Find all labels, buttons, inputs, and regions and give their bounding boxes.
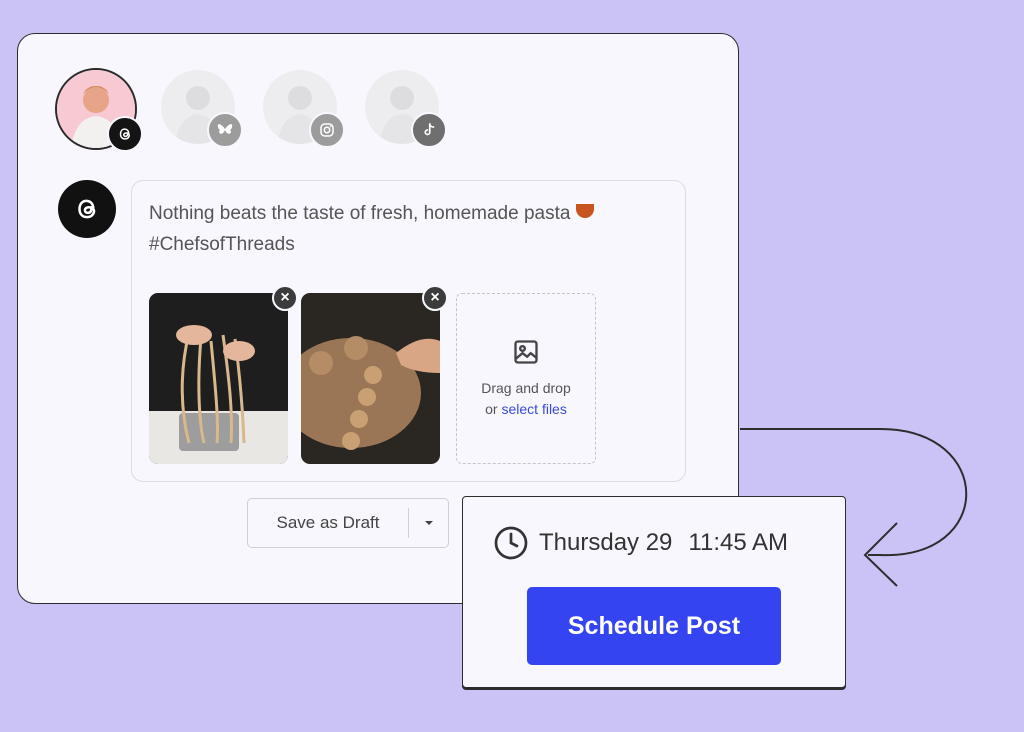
media-thumbnail[interactable]	[149, 293, 288, 464]
schedule-card: Thursday 29 11:45 AM Schedule Post	[462, 496, 846, 688]
schedule-day: Thursday 29	[539, 529, 673, 556]
image-icon	[514, 339, 538, 364]
account-bluesky[interactable]	[161, 70, 243, 148]
dropzone-prefix: or	[485, 400, 502, 417]
schedule-post-button[interactable]: Schedule Post	[527, 587, 781, 665]
remove-media-button[interactable]: ×	[422, 285, 448, 311]
instagram-icon	[309, 112, 345, 148]
threads-logo-icon	[58, 180, 116, 238]
remove-media-button[interactable]: ×	[272, 285, 298, 311]
clock-icon	[494, 526, 528, 560]
dropzone-text: Drag and drop	[481, 379, 571, 396]
media-dropzone[interactable]: Drag and drop or select files	[456, 293, 596, 464]
select-files-link[interactable]: select files	[501, 401, 566, 417]
media-thumbnail[interactable]	[301, 293, 440, 464]
account-threads[interactable]	[55, 68, 143, 152]
account-instagram[interactable]	[263, 70, 345, 148]
schedule-datetime[interactable]: Thursday 29 11:45 AM	[493, 525, 788, 561]
post-hashtag: #ChefsofThreads	[149, 234, 295, 255]
schedule-time: 11:45 AM	[688, 529, 789, 556]
post-text[interactable]: Nothing beats the taste of fresh, homema…	[149, 198, 655, 260]
save-draft-button[interactable]: Save as Draft	[248, 513, 408, 533]
tiktok-icon	[411, 112, 447, 148]
post-editor[interactable]: Nothing beats the taste of fresh, homema…	[131, 180, 686, 482]
butterfly-icon	[207, 112, 243, 148]
draft-options-dropdown[interactable]	[409, 519, 448, 527]
account-tiktok[interactable]	[365, 70, 447, 148]
threads-icon	[107, 116, 143, 152]
caret-down-icon	[424, 521, 433, 525]
pasta-emoji-icon	[576, 203, 595, 218]
save-draft-button-group: Save as Draft	[247, 498, 449, 548]
post-text-line1: Nothing beats the taste of fresh, homema…	[149, 203, 571, 224]
